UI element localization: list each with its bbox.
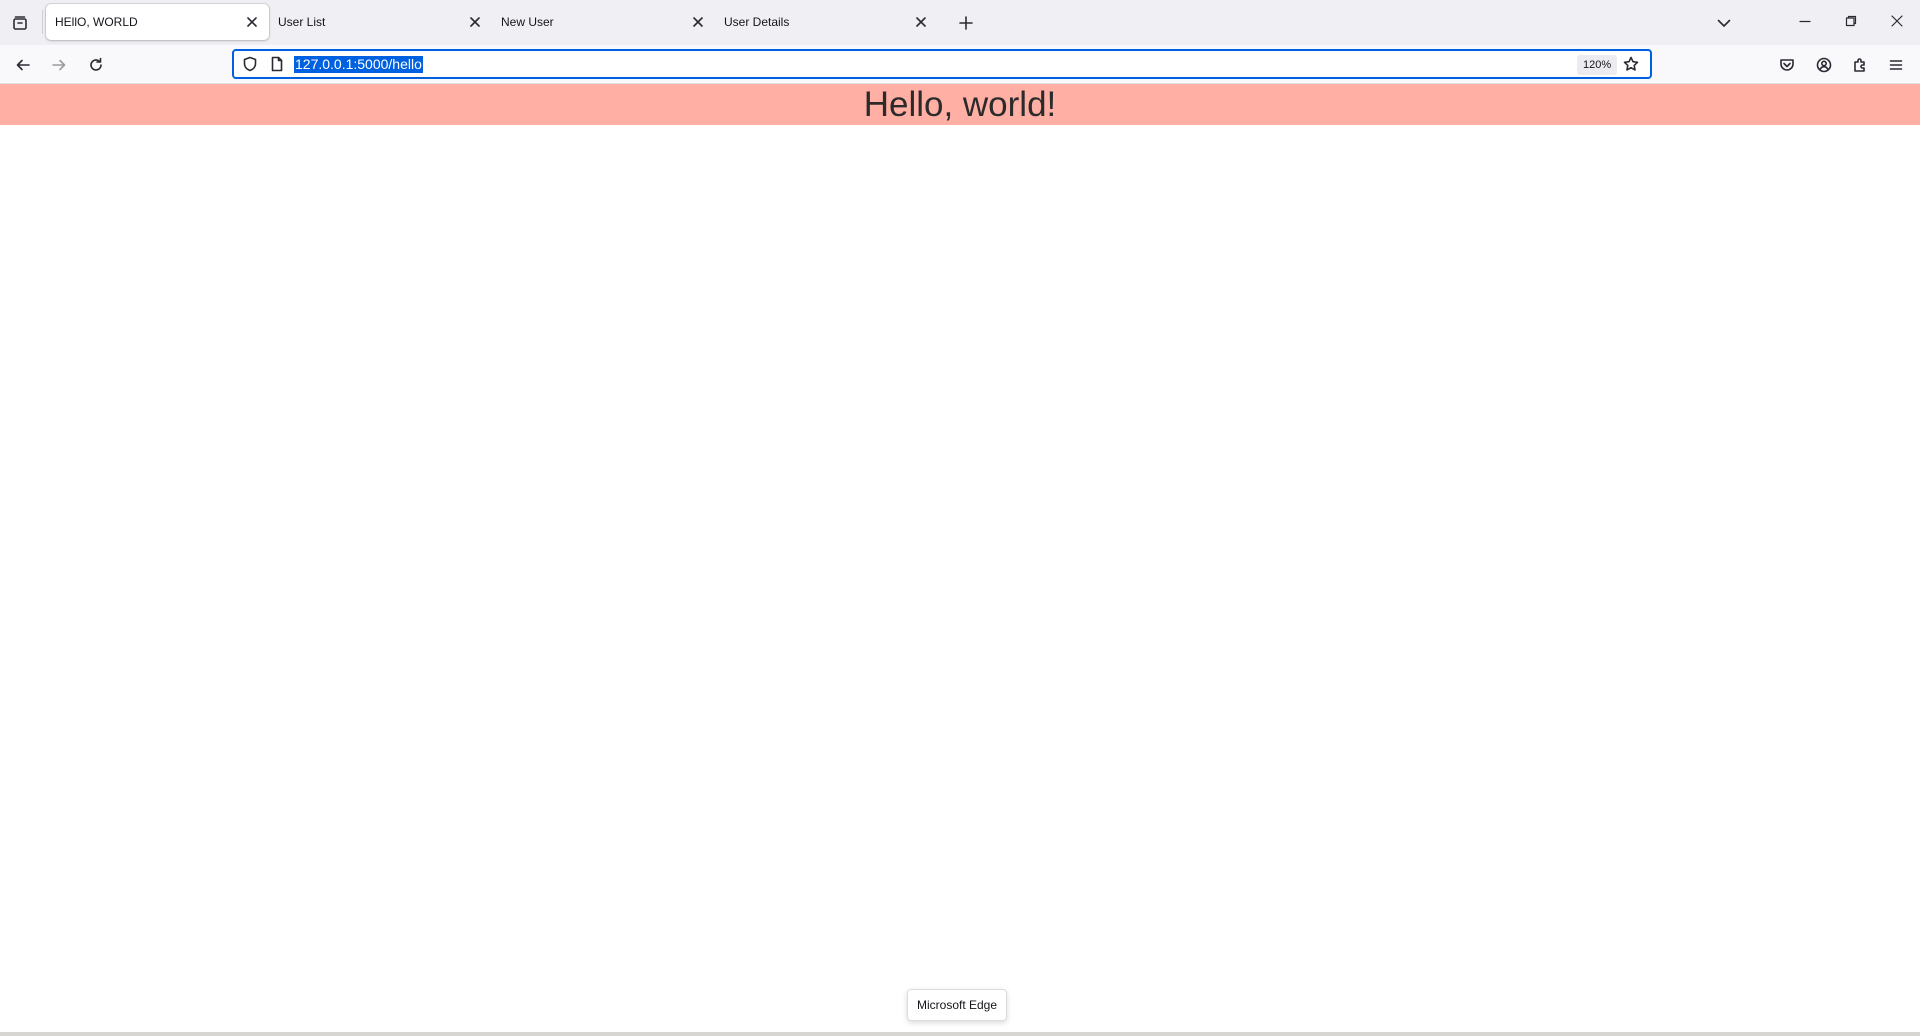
close-icon[interactable]: [466, 13, 484, 31]
page-content: Hello, world!: [0, 84, 1920, 1032]
page-heading: Hello, world!: [863, 85, 1057, 124]
tooltip: Microsoft Edge: [907, 989, 1008, 1021]
tab-list: HEllO, WORLD User List New User User Det…: [46, 4, 938, 42]
tracking-protection-shield-icon[interactable]: [242, 56, 258, 72]
list-all-tabs-chevron-down-icon[interactable]: [1710, 9, 1738, 37]
reload-icon[interactable]: [82, 51, 110, 79]
firefox-view-icon[interactable]: [6, 9, 34, 37]
bookmark-star-icon[interactable]: [1623, 56, 1639, 72]
page-info-icon[interactable]: [269, 56, 285, 72]
hello-banner: Hello, world!: [0, 84, 1920, 125]
forward-arrow-icon[interactable]: [45, 51, 73, 79]
taskbar-edge: [0, 1032, 1920, 1036]
tab-separator: [42, 10, 43, 34]
tab-title: HEllO, WORLD: [55, 15, 138, 29]
menu-hamburger-icon[interactable]: [1882, 51, 1910, 79]
new-tab-plus-icon[interactable]: [952, 9, 980, 37]
tab-title: User Details: [724, 15, 790, 29]
close-window-icon[interactable]: [1874, 0, 1920, 42]
tab-title: New User: [501, 15, 554, 29]
account-icon[interactable]: [1810, 51, 1838, 79]
close-icon[interactable]: [243, 13, 261, 31]
tab-user-list[interactable]: User List: [269, 4, 492, 40]
navigation-toolbar: 127.0.0.1:5000/hello 120%: [0, 45, 1920, 84]
close-icon[interactable]: [689, 13, 707, 31]
pocket-icon[interactable]: [1773, 51, 1801, 79]
address-bar[interactable]: 127.0.0.1:5000/hello 120%: [232, 49, 1652, 79]
tab-user-details[interactable]: User Details: [715, 4, 938, 40]
tab-new-user[interactable]: New User: [492, 4, 715, 40]
restore-icon[interactable]: [1828, 0, 1874, 42]
tab-title: User List: [278, 15, 326, 29]
close-icon[interactable]: [912, 13, 930, 31]
minimize-icon[interactable]: [1782, 0, 1828, 42]
tab-strip: HEllO, WORLD User List New User User Det…: [0, 0, 1920, 45]
extensions-puzzle-icon[interactable]: [1846, 51, 1874, 79]
url-text[interactable]: 127.0.0.1:5000/hello: [294, 56, 423, 73]
back-arrow-icon[interactable]: [9, 51, 37, 79]
tab-hello-world[interactable]: HEllO, WORLD: [46, 4, 269, 40]
zoom-level-button[interactable]: 120%: [1577, 55, 1618, 75]
